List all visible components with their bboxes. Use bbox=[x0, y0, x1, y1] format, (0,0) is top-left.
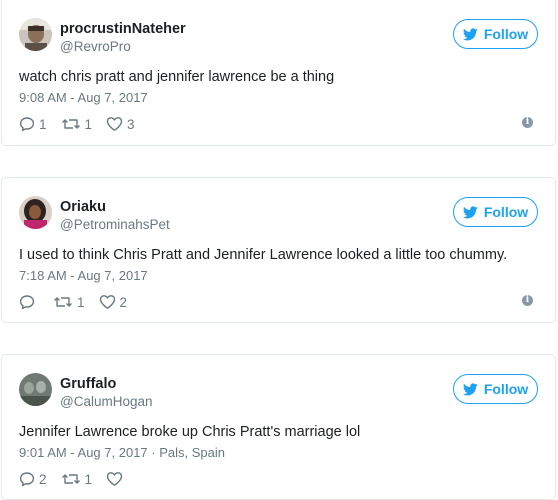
reply-icon bbox=[19, 472, 35, 487]
tweet-timestamp[interactable]: 9:08 AM - Aug 7, 2017 bbox=[19, 90, 148, 106]
follow-button[interactable]: Follow bbox=[453, 19, 538, 49]
follow-label: Follow bbox=[483, 381, 529, 397]
reply-button[interactable]: 2 bbox=[19, 471, 47, 487]
retweet-icon bbox=[61, 474, 80, 484]
retweet-count: 1 bbox=[77, 294, 85, 310]
twitter-bird-icon bbox=[462, 27, 478, 40]
avatar[interactable] bbox=[19, 196, 52, 229]
retweet-button[interactable]: 1 bbox=[61, 116, 93, 132]
tweet-card: procrustinNateher @RevroPro Follow watch… bbox=[1, 0, 556, 146]
user-name[interactable]: procrustinNateher bbox=[60, 20, 186, 38]
reply-icon bbox=[19, 117, 35, 132]
tweet-actions: 1 1 3 bbox=[19, 114, 149, 134]
retweet-icon bbox=[54, 297, 72, 307]
tweet-text: watch chris pratt and jennifer lawrence … bbox=[19, 69, 335, 85]
like-count: 2 bbox=[119, 294, 128, 310]
retweet-button[interactable]: 1 bbox=[53, 294, 85, 310]
reply-button[interactable]: 1 bbox=[19, 116, 47, 132]
retweet-icon bbox=[61, 119, 80, 129]
tweet-card: Gruffalo @CalumHogan Follow Jennifer Law… bbox=[1, 354, 556, 500]
user-handle[interactable]: @RevroPro bbox=[60, 38, 131, 55]
user-handle[interactable]: @PetrominahsPet bbox=[60, 216, 170, 233]
retweet-button[interactable]: 1 bbox=[61, 471, 93, 487]
avatar[interactable] bbox=[19, 18, 52, 51]
follow-button[interactable]: Follow bbox=[453, 374, 538, 404]
user-handle[interactable]: @CalumHogan bbox=[60, 393, 153, 410]
retweet-count: 1 bbox=[84, 471, 93, 487]
follow-label: Follow bbox=[483, 204, 529, 220]
info-icon[interactable]: i bbox=[522, 295, 533, 306]
heart-icon bbox=[99, 295, 115, 309]
tweet-timestamp[interactable]: 9:01 AM - Aug 7, 2017 · Pals, Spain bbox=[19, 445, 225, 461]
heart-icon bbox=[106, 117, 123, 131]
twitter-bird-icon bbox=[462, 382, 478, 395]
like-button[interactable] bbox=[106, 471, 127, 487]
avatar-icon bbox=[19, 373, 52, 406]
reply-button[interactable] bbox=[19, 294, 39, 310]
avatar-icon bbox=[19, 18, 52, 51]
like-button[interactable]: 2 bbox=[99, 294, 128, 310]
user-name[interactable]: Gruffalo bbox=[60, 375, 116, 393]
user-name[interactable]: Oriaku bbox=[60, 198, 106, 216]
info-icon[interactable]: i bbox=[522, 117, 533, 128]
avatar-icon bbox=[19, 196, 52, 229]
tweet-text: Jennifer Lawrence broke up Chris Pratt's… bbox=[19, 424, 361, 440]
tweet-actions: 1 2 bbox=[19, 292, 141, 312]
tweet-text: I used to think Chris Pratt and Jennifer… bbox=[19, 247, 508, 263]
like-button[interactable]: 3 bbox=[106, 116, 135, 132]
like-count: 3 bbox=[127, 116, 135, 132]
follow-button[interactable]: Follow bbox=[453, 197, 538, 227]
twitter-bird-icon bbox=[462, 205, 478, 218]
avatar[interactable] bbox=[19, 373, 52, 406]
tweet-actions: 2 1 bbox=[19, 469, 141, 489]
reply-count: 2 bbox=[39, 471, 47, 487]
tweet-card: Oriaku @PetrominahsPet Follow I used to … bbox=[1, 177, 556, 323]
reply-count: 1 bbox=[39, 116, 47, 132]
reply-icon bbox=[19, 295, 35, 310]
retweet-count: 1 bbox=[84, 116, 93, 132]
heart-icon bbox=[106, 472, 123, 486]
tweet-timestamp[interactable]: 7:18 AM - Aug 7, 2017 bbox=[19, 268, 148, 284]
follow-label: Follow bbox=[483, 26, 529, 42]
